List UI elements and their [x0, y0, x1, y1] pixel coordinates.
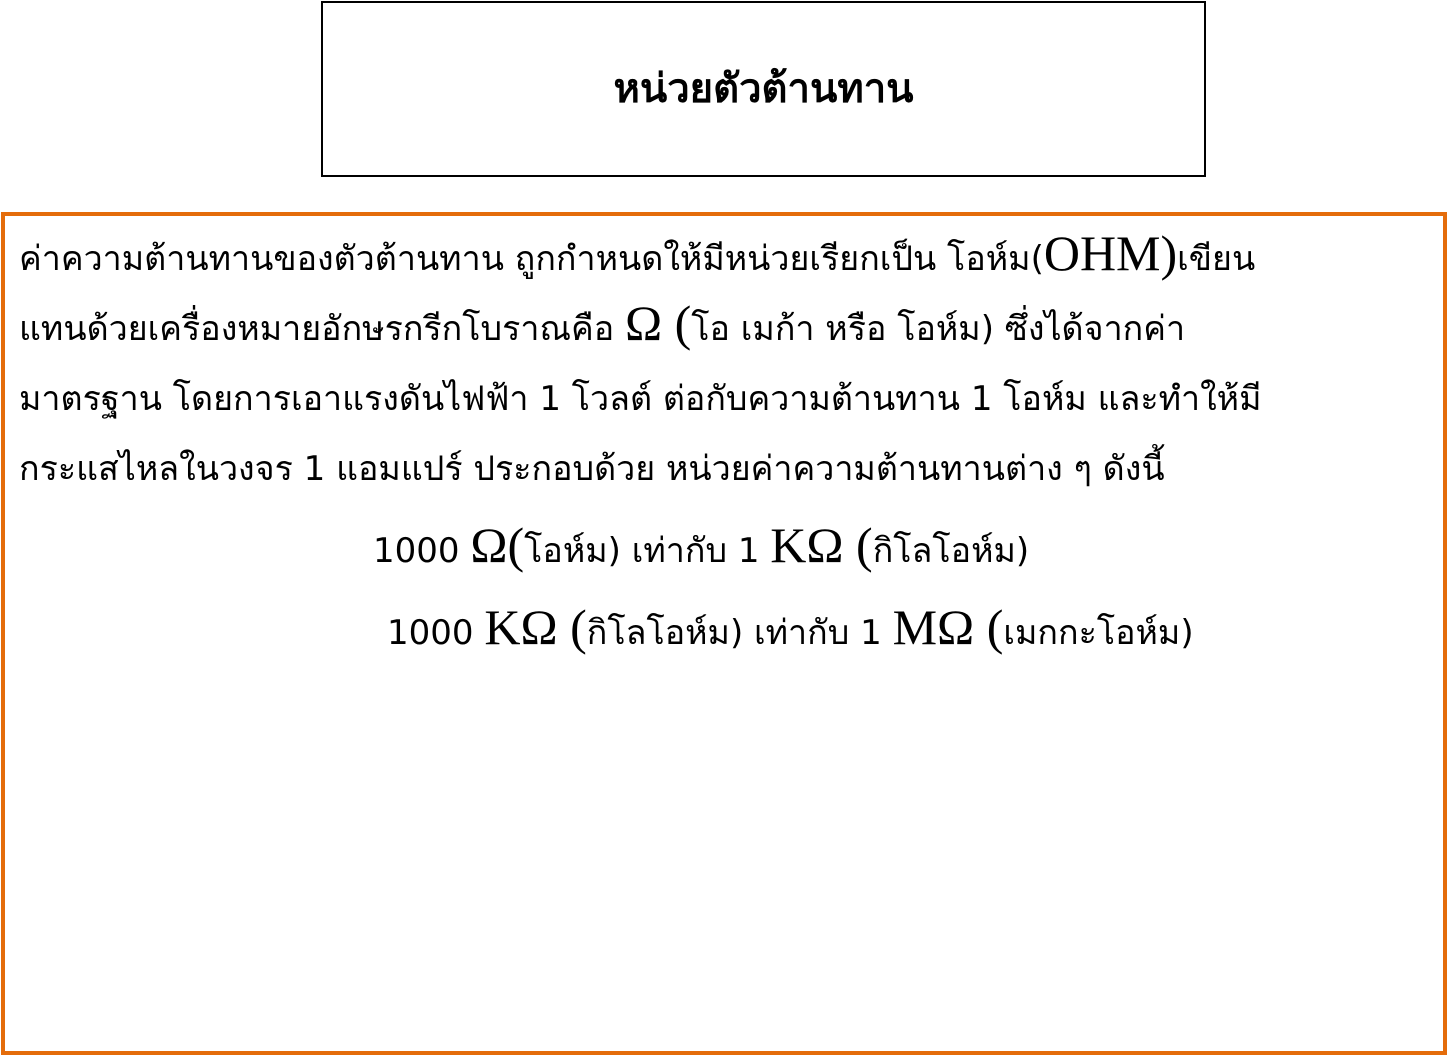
equation-kiloohm-to-megaohm: 1000 KΩ (กิโลโอห์ม) เท่ากับ 1 MΩ (เมกกะโ… — [387, 598, 1194, 668]
equation-2-value: 1000 — [387, 613, 485, 653]
equation-1-right-name: กิโลโอห์ม) — [872, 531, 1030, 571]
paragraph-line-2-end: โอ เมก้า หรือ โอห์ม) ซึ่งได้จากค่า — [691, 309, 1186, 349]
equation-1-value: 1000 — [373, 531, 471, 571]
omega-symbol: Ω ( — [624, 295, 692, 351]
paragraph-line-4: กระแสไหลในวงจร 1 แอมแปร์ ประกอบด้วย หน่ว… — [19, 449, 1165, 489]
equation-2-left-name: กิโลโอห์ม) เท่ากับ 1 — [586, 613, 893, 653]
equation-ohm-to-kiloohm: 1000 Ω(โอห์ม) เท่ากับ 1 KΩ (กิโลโอห์ม) — [373, 516, 1029, 586]
equation-2-right-unit: MΩ ( — [892, 599, 1004, 655]
title-box: หน่วยตัวต้านทาน — [321, 1, 1206, 177]
paragraph-line-2: แทนด้วยเครื่องหมายอักษรกรีกโบราณคือ Ω (โ… — [19, 294, 1439, 364]
equation-1-left-name: โอห์ม) เท่ากับ 1 — [524, 531, 771, 571]
page-title: หน่วยตัวต้านทาน — [613, 66, 914, 112]
paragraph-line-1-text: ค่าความต้านทานของตัวต้านทาน ถูกกำหนดให้ม… — [19, 239, 1044, 279]
content-box: ค่าความต้านทานของตัวต้านทาน ถูกกำหนดให้ม… — [1, 212, 1447, 1055]
paragraph-line-3: มาตรฐาน โดยการเอาแรงดันไฟฟ้า 1 โวลต์ ต่อ… — [19, 379, 1262, 419]
paragraph-line-1: ค่าความต้านทานของตัวต้านทาน ถูกกำหนดให้ม… — [19, 224, 1439, 294]
paragraph-line-1-end: เขียน — [1177, 239, 1256, 279]
ohm-word-symbol: OHM) — [1043, 225, 1178, 281]
description-paragraph: ค่าความต้านทานของตัวต้านทาน ถูกกำหนดให้ม… — [19, 224, 1439, 504]
equation-1-left-unit: Ω( — [470, 517, 525, 573]
equation-1-right-unit: KΩ ( — [770, 517, 873, 573]
equation-2-right-name: เมกกะโอห์ม) — [1003, 613, 1194, 653]
paragraph-line-2-start: แทนด้วยเครื่องหมายอักษรกรีกโบราณคือ — [19, 309, 625, 349]
equation-2-left-unit: KΩ ( — [484, 599, 587, 655]
